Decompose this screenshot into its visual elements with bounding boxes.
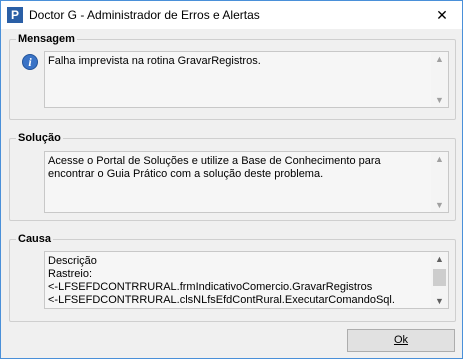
solucao-text: Acesse o Portal de Soluções e utilize a … [48,155,381,180]
info-icon: i [22,54,38,70]
mensagem-group: Mensagem i Falha imprevista na rotina Gr… [9,32,456,120]
solucao-label: Solução [16,131,63,145]
scroll-down-icon[interactable]: ▼ [431,294,448,308]
causa-line: Rastreio: [48,268,93,280]
causa-line: <-LFSEFDCONTRRURAL.clsNLfsEfdContRural.E… [48,294,395,306]
dialog-window: P Doctor G - Administrador de Erros e Al… [0,0,463,359]
causa-scrollbar[interactable]: ▲ ▼ [431,252,448,308]
close-button[interactable]: ✕ [422,1,462,29]
mensagem-label: Mensagem [16,32,77,46]
causa-textbox[interactable]: Descrição Rastreio: <-LFSEFDCONTRRURAL.f… [44,251,449,309]
solucao-textbox[interactable]: Acesse o Portal de Soluções e utilize a … [44,151,449,213]
mensagem-text: Falha imprevista na rotina GravarRegistr… [48,55,261,67]
mensagem-scrollbar[interactable]: ▲ ▼ [431,52,448,107]
scroll-up-icon[interactable]: ▲ [431,252,448,266]
scroll-up-icon[interactable]: ▲ [431,52,448,66]
solucao-group: Solução Acesse o Portal de Soluções e ut… [9,131,456,221]
causa-line: <-LFSEFDCONTRRURAL.frmIndicativoComercio… [48,281,373,293]
title-bar[interactable]: P Doctor G - Administrador de Erros e Al… [1,1,462,29]
ok-button[interactable]: Ok [347,329,455,352]
close-icon: ✕ [436,6,448,23]
causa-group: Causa Descrição Rastreio: <-LFSEFDCONTRR… [9,232,456,322]
mensagem-textbox[interactable]: Falha imprevista na rotina GravarRegistr… [44,51,449,108]
scroll-down-icon[interactable]: ▼ [431,198,448,212]
scroll-down-icon[interactable]: ▼ [431,93,448,107]
scroll-thumb[interactable] [433,269,446,286]
window-title: Doctor G - Administrador de Erros e Aler… [29,8,260,22]
app-icon: P [7,7,23,23]
scroll-up-icon[interactable]: ▲ [431,152,448,166]
causa-label: Causa [16,232,54,246]
solucao-scrollbar[interactable]: ▲ ▼ [431,152,448,212]
causa-line: Descrição [48,255,97,267]
